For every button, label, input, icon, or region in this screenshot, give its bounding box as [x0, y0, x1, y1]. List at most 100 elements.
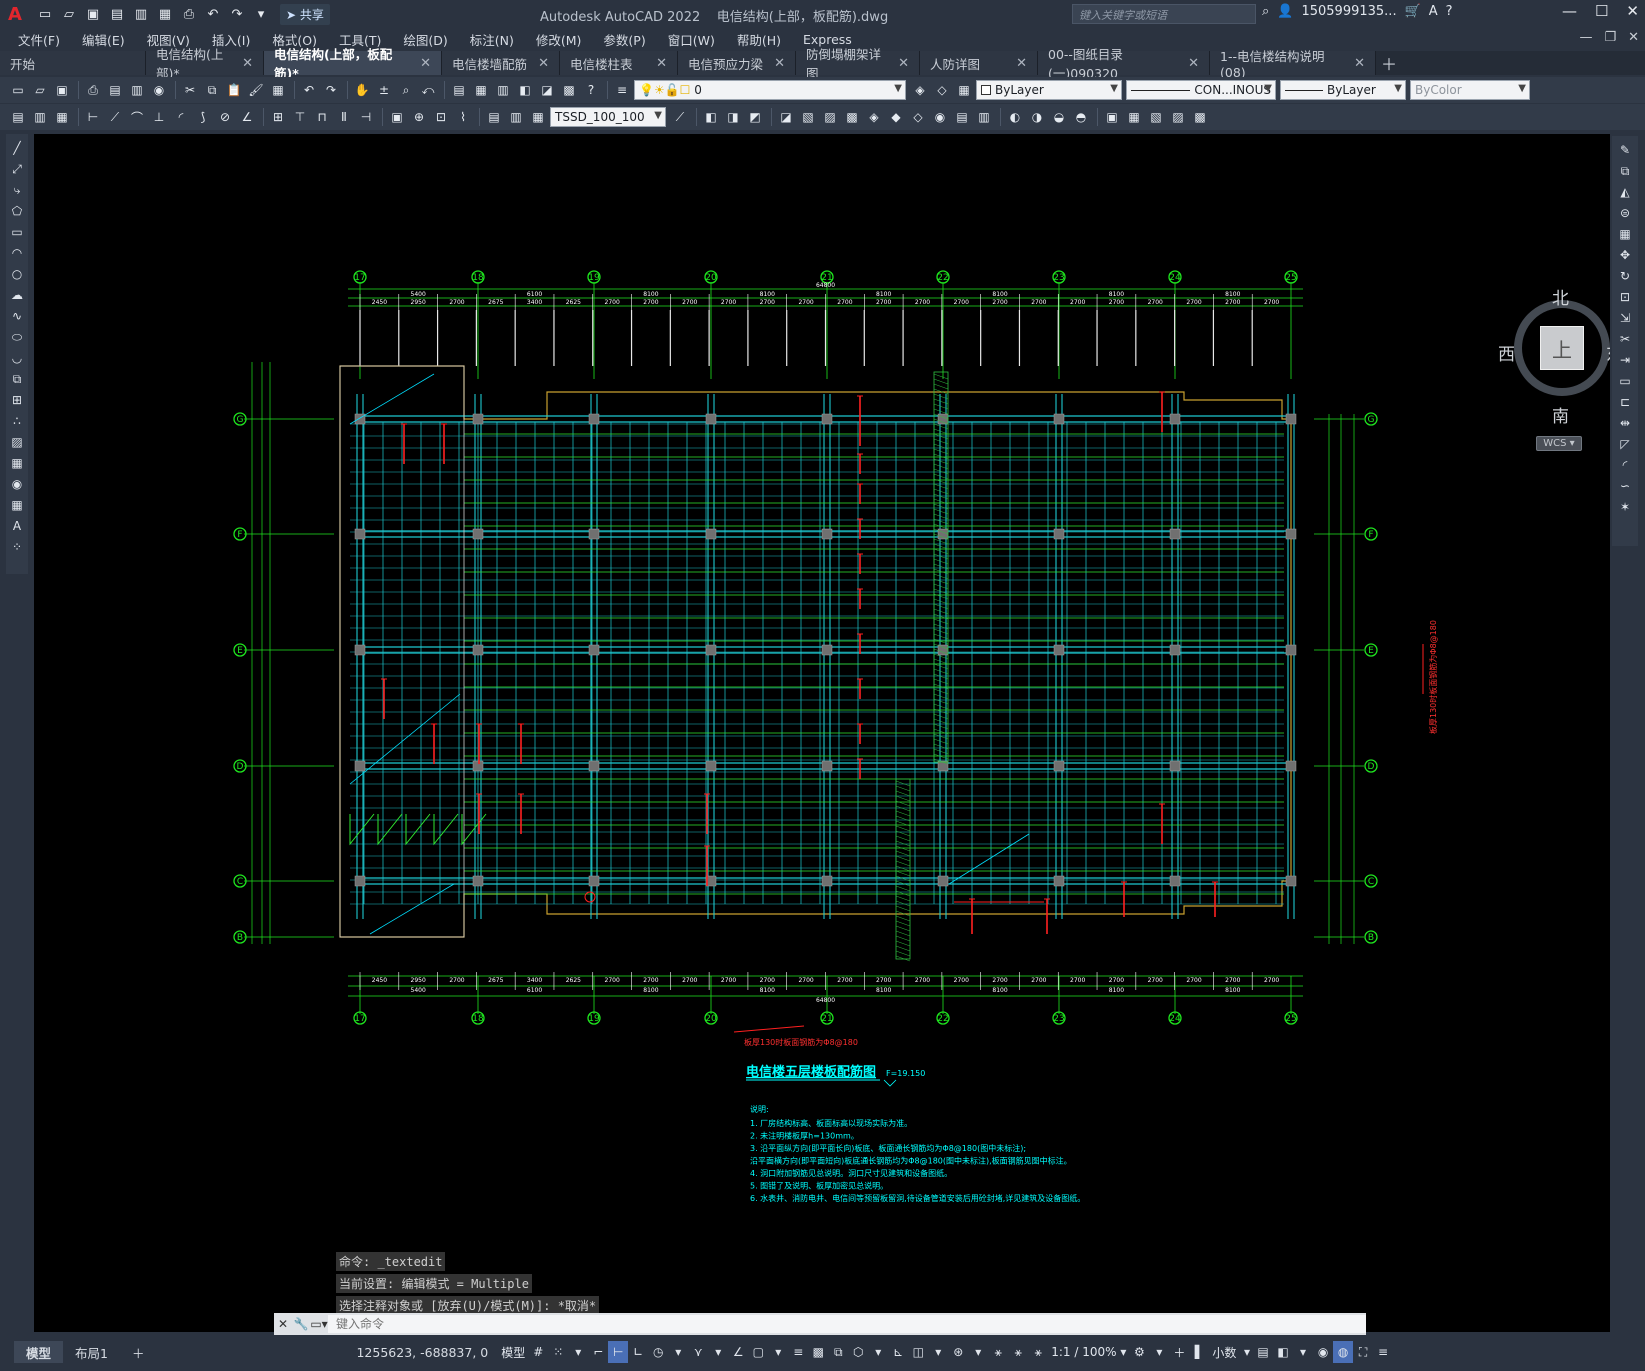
tool-palettes-icon[interactable]: ▥ [493, 80, 513, 100]
help-icon[interactable]: ? [1446, 4, 1453, 19]
undo-icon[interactable]: ↶ [202, 3, 224, 25]
isolate-objects-icon[interactable]: ◉ [1313, 1341, 1333, 1363]
publish-icon[interactable]: ▥ [127, 80, 147, 100]
file-tab[interactable]: 电信结构(上部，板配筋)* ✕ [264, 47, 442, 81]
circle-icon[interactable]: ○ [8, 264, 26, 284]
chevron-down-icon[interactable]: ▾ [1149, 1341, 1169, 1363]
extend-icon[interactable]: ⇥ [1616, 350, 1634, 370]
gradient-icon[interactable]: ▦ [8, 453, 26, 473]
tool-icon[interactable]: ▦ [52, 107, 72, 127]
insert-block-icon[interactable]: ⧉ [8, 369, 26, 389]
revision-cloud-icon[interactable]: ☁ [8, 285, 26, 305]
menu-item[interactable]: 文件(F) [18, 30, 60, 49]
ellipse-icon[interactable]: ⬭ [8, 327, 26, 347]
scale-icon[interactable]: ⊡ [1616, 287, 1634, 307]
quick-properties-icon[interactable]: ▤ [1253, 1341, 1273, 1363]
array-icon[interactable]: ▦ [1616, 224, 1634, 244]
hatch-icon[interactable]: ▨ [8, 432, 26, 452]
graphics-performance-icon[interactable]: ◍ [1333, 1341, 1354, 1363]
construction-line-icon[interactable]: ⤢ [8, 159, 26, 179]
inspection-icon[interactable]: ⊡ [431, 107, 451, 127]
make-block-icon[interactable]: ⊞ [8, 390, 26, 410]
ordinate-dimension-icon[interactable]: ⊥ [149, 107, 169, 127]
qnew-icon[interactable]: ▭ [8, 80, 28, 100]
chamfer-icon[interactable]: ◸ [1616, 434, 1634, 454]
block-editor-icon[interactable]: ▦ [268, 80, 288, 100]
layer-combo[interactable]: 💡☀🔓☐ 0 ▼ [634, 80, 906, 100]
3d-dwf-icon[interactable]: ◉ [149, 80, 169, 100]
mirror-icon[interactable]: ◭ [1616, 182, 1634, 202]
viewcube-east[interactable]: 东 [1606, 340, 1610, 365]
arc-icon[interactable]: ◠ [8, 243, 26, 263]
open-file-icon[interactable]: ▱ [58, 3, 80, 25]
units-icon[interactable]: ▌ [1189, 1341, 1209, 1363]
tool-icon[interactable]: ▨ [820, 107, 840, 127]
isodraft-icon[interactable]: ⋎ [688, 1341, 708, 1363]
close-icon[interactable]: ✕ [1626, 2, 1639, 20]
multiline-text-icon[interactable]: A [8, 516, 26, 536]
center-mark-icon[interactable]: ⊕ [409, 107, 429, 127]
3d-object-snap-icon[interactable]: ⬡ [848, 1341, 868, 1363]
polyline-icon[interactable]: ⤷ [8, 180, 26, 200]
close-tab-icon[interactable]: ✕ [1016, 56, 1027, 71]
user-icon[interactable]: 👤 [1277, 4, 1293, 19]
chevron-down-icon[interactable]: ▾ [868, 1341, 888, 1363]
clean-screen-icon[interactable]: ⛶ [1353, 1341, 1373, 1363]
viewcube-south[interactable]: 南 [1552, 402, 1569, 427]
dimension-text-edit-icon[interactable]: ▥ [506, 107, 526, 127]
spline-icon[interactable]: ∿ [8, 306, 26, 326]
markup-icon[interactable]: ◪ [537, 80, 557, 100]
help-icon[interactable]: ? [581, 80, 601, 100]
copy-icon[interactable]: ⧉ [202, 80, 222, 100]
redo-icon[interactable]: ↷ [226, 3, 248, 25]
workspace-gear-icon[interactable]: ⚙ [1129, 1341, 1149, 1363]
chevron-down-icon[interactable]: ▾ [928, 1341, 948, 1363]
close-command-line-icon[interactable]: ✕ [274, 1317, 292, 1331]
tool-icon[interactable]: ▨ [1168, 107, 1188, 127]
jogged-linear-icon[interactable]: ⌇ [453, 107, 473, 127]
diameter-dimension-icon[interactable]: ⊘ [215, 107, 235, 127]
copy-object-icon[interactable]: ⧉ [1616, 161, 1634, 181]
tool-icon[interactable]: ◆ [886, 107, 906, 127]
infer-constraints-icon[interactable]: ⌐ [588, 1341, 608, 1363]
layer-states-icon[interactable]: ▦ [954, 80, 974, 100]
paste-icon[interactable]: 📋 [224, 80, 244, 100]
redo-icon[interactable]: ↷ [321, 80, 341, 100]
file-tab[interactable]: 电信预应力梁 ✕ [678, 51, 796, 75]
minimize-icon[interactable]: — [1562, 2, 1577, 20]
tool-icon[interactable]: ▩ [842, 107, 862, 127]
file-tab[interactable]: 开始 [0, 51, 146, 75]
add-layout-icon[interactable]: ＋ [120, 1341, 157, 1363]
dimension-style-icon[interactable]: ⟋ [670, 107, 690, 127]
continue-dimension-icon[interactable]: ⊓ [312, 107, 332, 127]
close-tab-icon[interactable]: ✕ [898, 56, 909, 71]
calculator-icon[interactable]: ▩ [559, 80, 579, 100]
make-current-layer-icon[interactable]: ◈ [910, 80, 930, 100]
wcs-menu[interactable]: WCS ▾ [1536, 436, 1582, 451]
file-tab[interactable]: 电信结构(上部)* ✕ [146, 47, 264, 81]
move-icon[interactable]: ✥ [1616, 245, 1634, 265]
textstyle-combo[interactable]: TSSD_100_100 ▼ [550, 107, 666, 127]
tool-icon[interactable]: ◇ [908, 107, 928, 127]
trim-icon[interactable]: ✂ [1616, 329, 1634, 349]
zoom-realtime-icon[interactable]: ± [374, 80, 394, 100]
object-snap-tracking-icon[interactable]: ∠ [728, 1341, 748, 1363]
tool-icon[interactable]: ▧ [798, 107, 818, 127]
offset-icon[interactable]: ⊜ [1616, 203, 1634, 223]
file-tab[interactable]: 人防详图 ✕ [920, 51, 1038, 75]
file-tab[interactable]: 电信楼墙配筋 ✕ [442, 51, 560, 75]
radius-dimension-icon[interactable]: ◜ [171, 107, 191, 127]
selection-filter-icon[interactable]: ◫ [908, 1341, 928, 1363]
rotate-icon[interactable]: ↻ [1616, 266, 1634, 286]
viewcube-west[interactable]: 西 [1498, 340, 1515, 365]
angular-dimension-icon[interactable]: ∠ [237, 107, 257, 127]
grid-icon[interactable]: # [528, 1341, 548, 1363]
plotstyle-combo[interactable]: ByColor ▼ [1410, 80, 1530, 100]
close-tab-icon[interactable]: ✕ [538, 56, 549, 71]
fillet-icon[interactable]: ◜ [1616, 455, 1634, 475]
tolerance-icon[interactable]: ▣ [387, 107, 407, 127]
tool-icon[interactable]: ▦ [1124, 107, 1144, 127]
plot-preview-icon[interactable]: ▤ [105, 80, 125, 100]
chevron-down-icon[interactable]: ▾ [568, 1341, 588, 1363]
share-button[interactable]: ➤ 共享 [280, 3, 330, 25]
